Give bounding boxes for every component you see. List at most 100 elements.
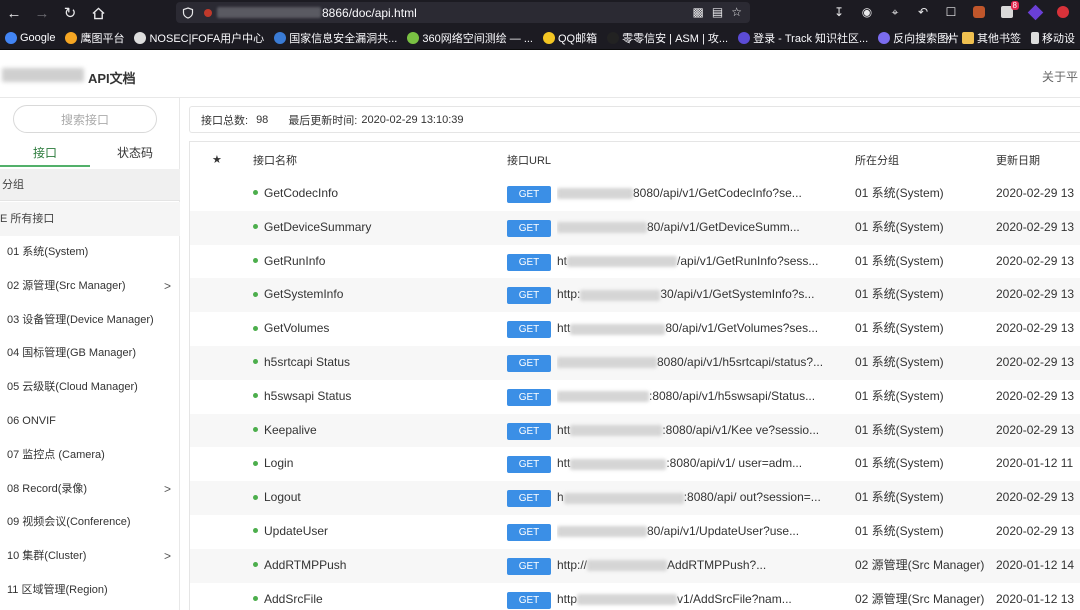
api-name-cell[interactable]: AddSrcFile (253, 583, 323, 610)
mobile-bookmarks[interactable]: 移动设 (1026, 28, 1080, 48)
sidebar-item-all-apis[interactable]: E 所有接口 (0, 202, 180, 236)
api-name-cell[interactable]: Logout (253, 481, 301, 515)
sidebar-group-label: 05 云级联(Cloud Manager) (7, 381, 138, 394)
sidebar-group-item[interactable]: 03 设备管理(Device Manager) (0, 304, 180, 338)
table-row[interactable]: GetDeviceSummary GET 80/api/v1/GetDeviceSu… (190, 210, 1080, 245)
extension-gem-icon[interactable] (1026, 3, 1044, 21)
table-row[interactable]: Keepalive GET htt:8080/api/v1/Kee ve?sessi… (190, 413, 1080, 448)
sidebar-group-item[interactable]: 01 系统(System) (0, 236, 180, 270)
api-url-tail: 80/api/v1/GetVolumes?ses... (665, 321, 819, 336)
bookmark-item[interactable]: QQ邮箱 (538, 28, 602, 48)
qr-code-icon[interactable]: ▩ (693, 5, 704, 19)
url-redacted (580, 289, 661, 301)
sidebar-group-item[interactable]: 09 视频会议(Conference) (0, 506, 180, 540)
status-dot-icon (253, 224, 258, 230)
table-row[interactable]: AddSrcFile GET http v1/AddSrcFile?nam... 02 … (190, 583, 1080, 610)
api-name-cell[interactable]: Keepalive (253, 414, 317, 448)
extension-stop-icon[interactable] (1054, 3, 1072, 21)
http-method-badge: GET (507, 219, 551, 237)
about-link[interactable]: 关于平 (1042, 68, 1078, 85)
tab-apis[interactable]: 接口 (0, 143, 90, 167)
api-url-prefix: http: (557, 287, 581, 302)
back-icon[interactable]: ← (0, 1, 28, 25)
bookmark-star-icon[interactable]: ☆ (731, 5, 742, 19)
bookmark-label: NOSEC|FOFA用户中心 (149, 32, 265, 45)
api-url-prefix: htt (557, 321, 571, 336)
chevron-right-icon[interactable]: > (164, 540, 171, 574)
sidebar-group-item[interactable]: 06 ONVIF (0, 405, 180, 439)
sidebar-group-item[interactable]: 08 Record(录像) > (0, 473, 180, 507)
crop-icon[interactable]: ⌖ (886, 3, 904, 21)
download-icon[interactable]: ↧ (830, 3, 848, 21)
sidebar-group-item[interactable]: 10 集群(Cluster) > (0, 540, 180, 574)
other-bookmarks[interactable]: 其他书签 (957, 28, 1026, 48)
chevron-right-icon[interactable]: > (164, 473, 171, 507)
total-value: 98 (256, 113, 269, 126)
api-name-cell[interactable]: h5swsapi Status (253, 380, 351, 414)
table-row[interactable]: UpdateUser GET 80/api/v1/UpdateUser?use...… (190, 515, 1080, 549)
sidebar-group-item[interactable]: 07 监控点 (Camera) (0, 439, 180, 473)
api-name-cell[interactable]: AddRTMPPush (253, 549, 346, 583)
bookmark-item[interactable]: 360网络空间测绘 — ... (402, 28, 538, 48)
api-url-tail: :8080/api/v1/Kee ve?sessio... (662, 422, 820, 437)
table-row[interactable]: AddRTMPPush GET http:// AddRTMPPush?... 02 源… (190, 548, 1080, 583)
bookmark-item[interactable]: 鹰图平台 (60, 28, 129, 48)
extension-fox-icon[interactable] (970, 3, 988, 21)
sidebar-group-item[interactable]: 02 源管理(Src Manager) > (0, 270, 180, 304)
table-row[interactable]: GetRunInfo GET ht/api/v1/GetRunInfo?sess..… (190, 245, 1080, 279)
tab-status-codes[interactable]: 状态码 (90, 143, 180, 167)
api-name: GetSystemInfo (264, 287, 344, 302)
bookmark-favicon-icon (5, 31, 17, 44)
mobile-icon (1031, 32, 1039, 44)
forward-icon[interactable]: → (28, 1, 56, 25)
sidebar-group-item[interactable]: 04 国标管理(GB Manager) (0, 337, 180, 371)
bookmark-item[interactable]: 登录 - Track 知识社区... (733, 28, 873, 48)
status-dot-icon (253, 595, 258, 601)
table-row[interactable]: h5swsapi Status GET:8080/api/v1/h5swsapi/… (190, 380, 1080, 414)
extensions-puzzle-icon[interactable]: ☐ (942, 3, 960, 21)
table-row[interactable]: GetVolumes GET htt 80/api/v1/GetVolumes?ses… (190, 312, 1080, 346)
api-name-cell[interactable]: Login (253, 447, 293, 481)
api-name-cell[interactable]: GetCodecInfo (253, 177, 338, 211)
updated-label: 最后更新时间: (288, 114, 358, 127)
sidebar-group-item[interactable]: 11 区域管理(Region) (0, 574, 180, 608)
api-name: GetCodecInfo (264, 186, 339, 200)
api-name-cell[interactable]: GetRunInfo (253, 245, 325, 279)
api-name: AddSrcFile (264, 591, 323, 606)
extension-ghost-icon[interactable]: ◉ (858, 3, 876, 21)
star-column-header[interactable]: ★ (212, 153, 222, 166)
api-name-cell[interactable]: GetSystemInfo (253, 278, 343, 312)
url-bar[interactable]: 8866/doc/api.html ▩ ▤ ☆ (176, 2, 750, 23)
bookmark-item[interactable]: 零零信安 | ASM | 攻... (602, 28, 733, 48)
api-url-prefix: ht (557, 253, 568, 268)
api-name-cell[interactable]: GetDeviceSummary (253, 211, 371, 245)
bookmark-item[interactable]: NOSEC|FOFA用户中心 (129, 28, 269, 48)
api-name-cell[interactable]: UpdateUser (253, 515, 328, 549)
chevron-right-icon[interactable]: > (164, 270, 171, 304)
api-name: h5swsapi Status (264, 388, 352, 403)
undo-icon[interactable]: ↶ (914, 3, 932, 21)
table-row[interactable]: GetSystemInfo GET http: 30/api/v1/GetSystem… (190, 278, 1080, 313)
table-row[interactable]: Logout GET h:8080/api/ out?session=... 01 系… (190, 481, 1080, 515)
reload-icon[interactable]: ↻ (56, 1, 84, 25)
table-row[interactable]: GetCodecInfo GET 8080/api/v1/GetCodecInfo?… (190, 177, 1080, 211)
api-name-cell[interactable]: h5srtcapi Status (253, 346, 350, 380)
api-name-cell[interactable]: GetVolumes (253, 312, 329, 346)
bookmarks-overflow-icon[interactable]: » (941, 28, 957, 48)
http-method-badge: GET (507, 422, 551, 440)
url-redacted (570, 458, 667, 470)
extension-badge-icon[interactable]: 8 (998, 1, 1019, 21)
api-name: Keepalive (264, 422, 317, 437)
other-bookmarks-label: 其他书签 (977, 33, 1021, 45)
sidebar-group-item[interactable]: 05 云级联(Cloud Manager) (0, 371, 180, 405)
search-input[interactable]: 搜索接口 (13, 105, 157, 133)
home-icon[interactable] (84, 1, 112, 25)
reader-view-icon[interactable]: ▤ (712, 5, 723, 19)
status-dot-icon (253, 528, 258, 534)
url-text: 8866/doc/api.html (322, 5, 417, 20)
bookmark-item[interactable]: Google (0, 28, 60, 48)
api-updated-date: 2020-02-29 13 (996, 490, 1075, 505)
table-row[interactable]: h5srtcapi Status GET 8080/api/v1/h5srtcapi… (190, 346, 1080, 380)
bookmark-item[interactable]: 国家信息安全漏洞共... (269, 28, 402, 48)
table-row[interactable]: Login GET htt:8080/api/v1/ user=adm... 01 系… (190, 447, 1080, 481)
